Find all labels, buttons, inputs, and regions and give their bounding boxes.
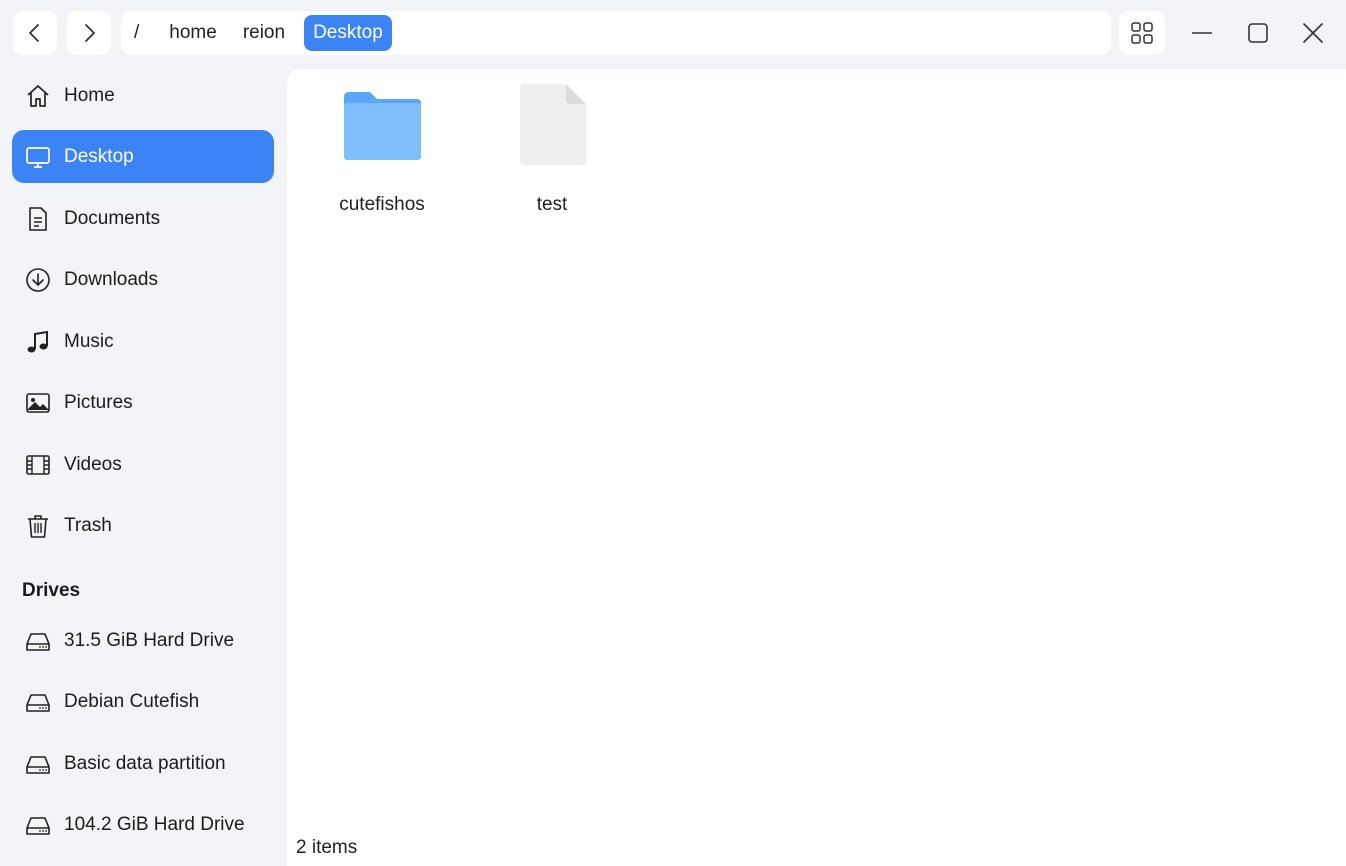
sidebar-item-label: Documents (64, 207, 161, 229)
trash-icon (25, 513, 51, 539)
file-view[interactable]: cutefishos test (287, 69, 1346, 866)
breadcrumb: / home reion Desktop (121, 11, 1111, 55)
sidebar-drive-item[interactable]: 104.2 GiB Hard Drive (12, 798, 274, 851)
sidebar-item-trash[interactable]: Trash (12, 499, 274, 552)
desktop-icon (25, 144, 51, 170)
folder-icon (344, 92, 421, 160)
close-button[interactable] (1293, 13, 1333, 53)
sidebar-item-documents[interactable]: Documents (12, 192, 274, 245)
sidebar-item-home[interactable]: Home (12, 69, 274, 122)
music-icon (25, 329, 51, 355)
sidebar-item-label: Downloads (64, 268, 158, 290)
home-icon (25, 83, 51, 109)
hard-drive-icon (25, 812, 51, 838)
minimize-icon (1192, 32, 1212, 34)
hard-drive-icon (25, 628, 51, 654)
breadcrumb-home[interactable]: home (160, 15, 226, 51)
sidebar-item-label: Videos (64, 453, 122, 475)
sidebar-item-label: 104.2 GiB Hard Drive (64, 813, 245, 835)
file-name: test (536, 194, 568, 215)
sidebar-item-pictures[interactable]: Pictures (12, 376, 274, 429)
sidebar-item-label: Trash (64, 514, 112, 536)
sidebar-item-label: Basic data partition (64, 752, 226, 774)
view-mode-button[interactable] (1119, 11, 1165, 55)
sidebar-item-label: 31.5 GiB Hard Drive (64, 629, 235, 651)
sidebar-item-label: Desktop (64, 145, 134, 167)
file-item-folder[interactable]: cutefishos (312, 83, 452, 223)
sidebar-drive-item[interactable]: Basic data partition (12, 737, 274, 790)
drives-heading: Drives (22, 580, 81, 601)
status-item-count: 2 items (296, 837, 358, 858)
grid-view-icon (1131, 22, 1153, 44)
sidebar-item-label: Pictures (64, 391, 133, 413)
sidebar-item-videos[interactable]: Videos (12, 438, 274, 491)
video-icon (25, 452, 51, 478)
download-icon (25, 267, 51, 293)
chevron-left-icon (29, 24, 39, 42)
sidebar-drive-item[interactable]: Debian Cutefish (12, 675, 274, 728)
file-item-file[interactable]: test (482, 83, 622, 223)
breadcrumb-reion[interactable]: reion (234, 15, 294, 51)
breadcrumb-root[interactable]: / (125, 15, 148, 51)
sidebar-item-music[interactable]: Music (12, 315, 274, 368)
file-icon (520, 84, 586, 165)
sidebar-item-label: Music (64, 330, 114, 352)
breadcrumb-current[interactable]: Desktop (304, 15, 392, 51)
sidebar-item-downloads[interactable]: Downloads (12, 253, 274, 306)
sidebar-item-label: Debian Cutefish (64, 690, 200, 712)
maximize-icon (1248, 23, 1268, 43)
forward-button[interactable] (67, 11, 111, 55)
sidebar-drive-item[interactable]: 31.5 GiB Hard Drive (12, 614, 274, 667)
hard-drive-icon (25, 751, 51, 777)
close-icon (1303, 23, 1323, 43)
minimize-button[interactable] (1182, 13, 1222, 53)
picture-icon (25, 390, 51, 416)
maximize-button[interactable] (1238, 13, 1278, 53)
chevron-right-icon (85, 24, 95, 42)
hard-drive-icon (25, 689, 51, 715)
sidebar-item-label: Home (64, 84, 115, 106)
file-name: cutefishos (339, 194, 425, 215)
sidebar: Home Desktop Documents Downloads Music P… (0, 66, 287, 866)
back-button[interactable] (13, 11, 57, 55)
sidebar-item-desktop[interactable]: Desktop (12, 130, 274, 183)
document-icon (25, 206, 51, 232)
